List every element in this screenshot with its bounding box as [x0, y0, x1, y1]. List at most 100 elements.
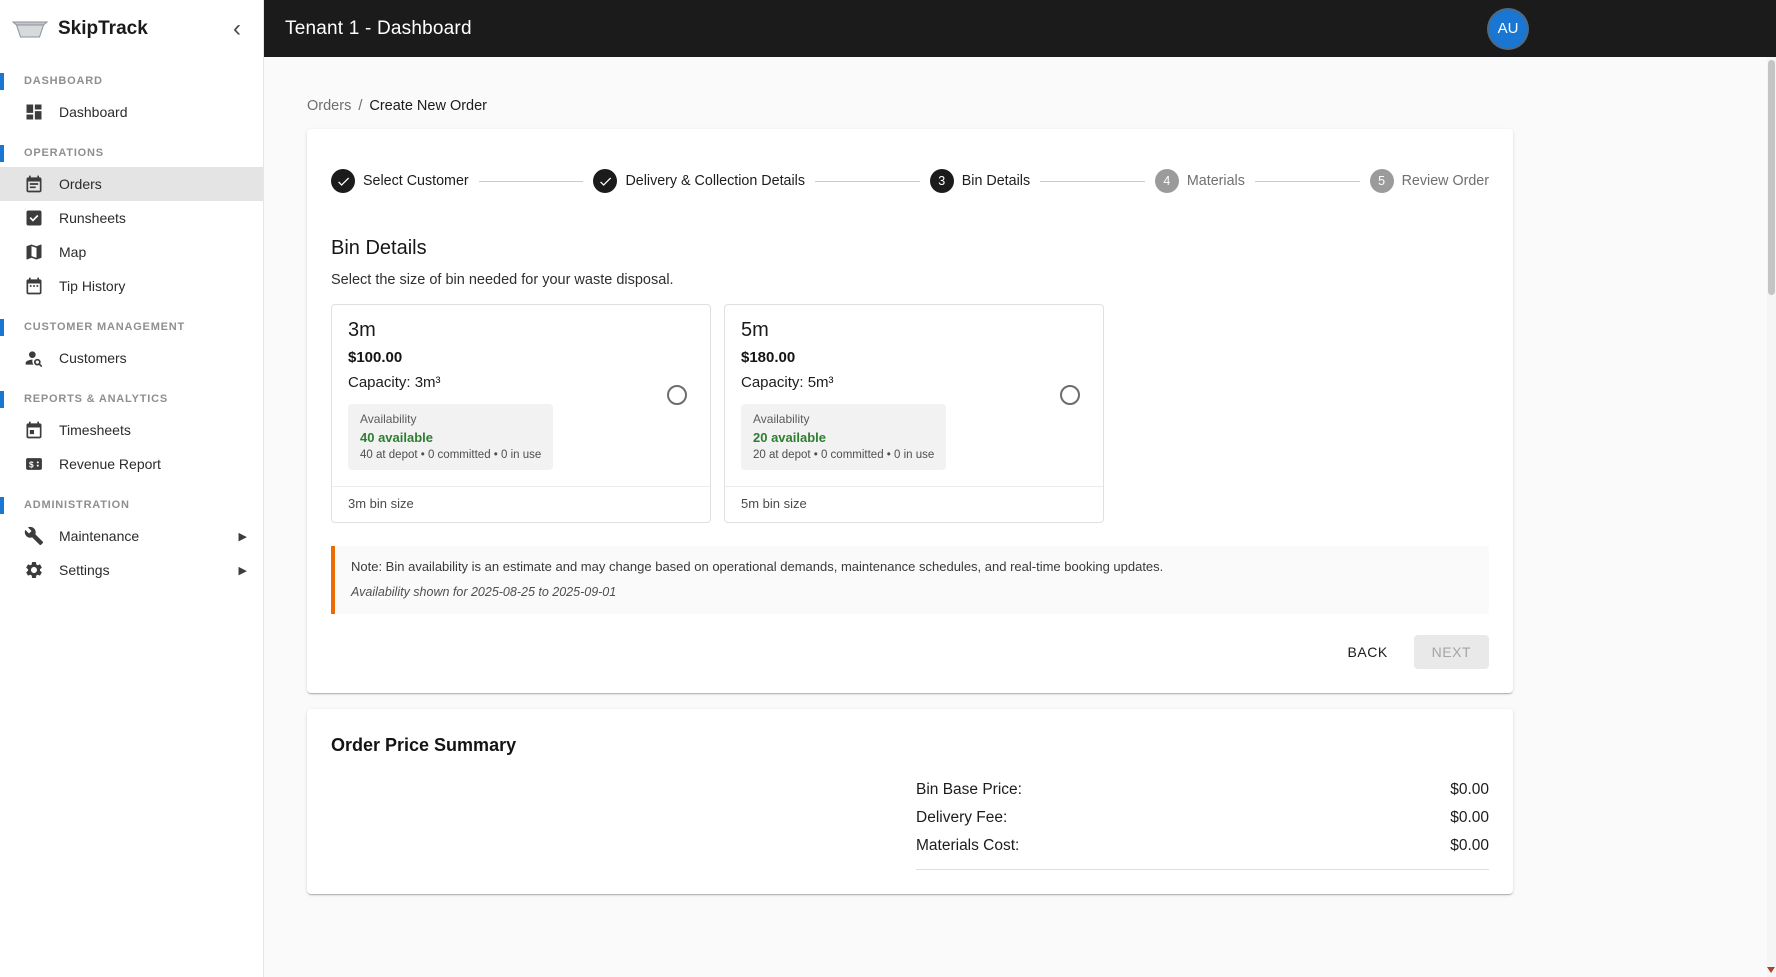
- stepper: Select Customer Delivery & Collection De…: [331, 153, 1489, 193]
- order-price-summary-card: Order Price Summary Bin Base Price: $0.0…: [307, 709, 1513, 894]
- availability-count: 40 available: [360, 430, 433, 445]
- sidebar-item-label: Settings: [59, 562, 110, 578]
- sidebar-item-orders[interactable]: Orders: [0, 167, 263, 201]
- map-icon: [24, 242, 44, 262]
- price-row-materials-cost: Materials Cost: $0.00: [916, 832, 1489, 860]
- bin-size: 5m: [741, 319, 769, 341]
- nav-section-customer-management: CUSTOMER MANAGEMENT Customers: [0, 309, 263, 375]
- breadcrumb: Orders / Create New Order: [307, 98, 1776, 114]
- nav-section-reports-analytics: REPORTS & ANALYTICS Timesheets $ Revenue…: [0, 381, 263, 481]
- step-check-icon: [331, 169, 355, 193]
- breadcrumb-orders-link[interactable]: Orders: [307, 98, 351, 114]
- step-label: Review Order: [1401, 173, 1490, 189]
- section-label: OPERATIONS: [0, 135, 263, 167]
- sidebar-collapse-button[interactable]: ‹: [225, 15, 249, 43]
- bin-radio-5m[interactable]: [1060, 384, 1080, 405]
- bin-option-5m[interactable]: 5m $180.00 Capacity: 5m³ Availability 20…: [724, 304, 1104, 523]
- dashboard-icon: [24, 102, 44, 122]
- sidebar-item-label: Map: [59, 244, 87, 260]
- breadcrumb-current: Create New Order: [369, 98, 488, 114]
- bin-footer-label: 5m bin size: [725, 486, 1103, 522]
- sidebar-item-map[interactable]: Map: [0, 235, 263, 269]
- sidebar-nav: DASHBOARD Dashboard OPERATIONS Orders Ru…: [0, 63, 263, 587]
- main-area: Tenant 1 - Dashboard AU Orders / Create …: [264, 0, 1776, 977]
- bin-options-row: 3m $100.00 Capacity: 3m³ Availability 40…: [331, 304, 1489, 523]
- price-row-label: Materials Cost:: [916, 837, 1020, 854]
- bin-details-heading: Bin Details: [331, 237, 427, 259]
- person-search-icon: [24, 348, 44, 368]
- chevron-right-icon: ▶: [238, 564, 247, 577]
- orders-calendar-icon: [24, 174, 44, 194]
- price-row-label: Delivery Fee:: [916, 809, 1008, 826]
- step-label: Materials: [1186, 173, 1245, 189]
- scrollbar-thumb[interactable]: [1768, 60, 1775, 295]
- step-bin-details[interactable]: 3 Bin Details: [929, 169, 1031, 193]
- sidebar-item-label: Orders: [59, 176, 102, 192]
- next-button[interactable]: NEXT: [1413, 635, 1489, 669]
- step-materials[interactable]: 4 Materials: [1154, 169, 1245, 193]
- nav-section-administration: ADMINISTRATION Maintenance ▶ Settings ▶: [0, 487, 263, 587]
- step-review-order[interactable]: 5 Review Order: [1369, 169, 1490, 193]
- price-summary-title: Order Price Summary: [331, 735, 517, 755]
- step-check-icon: [593, 169, 618, 193]
- step-connector: [1254, 180, 1360, 182]
- nav-section-operations: OPERATIONS Orders Runsheets Map Tip Hist…: [0, 135, 263, 303]
- step-number: 5: [1369, 169, 1394, 193]
- sidebar-item-label: Tip History: [59, 278, 126, 294]
- price-row-label: Bin Base Price:: [916, 781, 1022, 798]
- timesheets-calendar-icon: [24, 420, 44, 440]
- sidebar-item-customers[interactable]: Customers: [0, 341, 263, 375]
- scrollbar-down-arrow-icon[interactable]: [1767, 967, 1775, 973]
- runsheets-task-icon: [24, 208, 44, 228]
- bin-option-3m[interactable]: 3m $100.00 Capacity: 3m³ Availability 40…: [331, 304, 711, 523]
- app-root: SkipTrack ‹ DASHBOARD Dashboard OPERATIO…: [0, 0, 1776, 977]
- price-summary-rows: Bin Base Price: $0.00 Delivery Fee: $0.0…: [916, 776, 1489, 870]
- skip-bin-logo-icon: [12, 16, 48, 42]
- step-label: Select Customer: [363, 173, 469, 189]
- availability-count: 20 available: [753, 430, 826, 445]
- availability-label: Availability: [360, 412, 417, 426]
- summary-divider: [916, 869, 1489, 870]
- price-row-value: $0.00: [1450, 809, 1489, 826]
- svg-text:$: $: [29, 459, 34, 469]
- page-title: Tenant 1 - Dashboard: [285, 17, 472, 39]
- vertical-scrollbar[interactable]: [1767, 57, 1776, 977]
- order-wizard-card: Select Customer Delivery & Collection De…: [307, 129, 1513, 693]
- price-row-value: $0.00: [1450, 781, 1489, 798]
- bin-price: $100.00: [348, 349, 403, 366]
- sidebar-item-runsheets[interactable]: Runsheets: [0, 201, 263, 235]
- wrench-icon: [24, 526, 44, 546]
- sidebar-item-maintenance[interactable]: Maintenance ▶: [0, 519, 263, 553]
- gear-icon: [24, 560, 44, 580]
- sidebar-item-label: Revenue Report: [59, 456, 161, 472]
- step-number: 3: [929, 169, 954, 193]
- sidebar-item-dashboard[interactable]: Dashboard: [0, 95, 263, 129]
- sidebar-item-settings[interactable]: Settings ▶: [0, 553, 263, 587]
- price-row-delivery-fee: Delivery Fee: $0.00: [916, 804, 1489, 832]
- step-label: Bin Details: [961, 173, 1031, 189]
- step-connector: [478, 180, 584, 182]
- bin-details-subtitle: Select the size of bin needed for your w…: [331, 272, 674, 288]
- step-delivery-collection[interactable]: Delivery & Collection Details: [593, 169, 805, 193]
- back-button[interactable]: BACK: [1336, 636, 1400, 668]
- tip-history-calendar-icon: [24, 276, 44, 296]
- step-select-customer[interactable]: Select Customer: [331, 169, 469, 193]
- price-row-bin-base: Bin Base Price: $0.00: [916, 776, 1489, 804]
- section-label: ADMINISTRATION: [0, 487, 263, 519]
- bin-radio-3m[interactable]: [667, 384, 687, 405]
- sidebar: SkipTrack ‹ DASHBOARD Dashboard OPERATIO…: [0, 0, 264, 977]
- user-avatar[interactable]: AU: [1489, 9, 1527, 48]
- sidebar-item-label: Customers: [59, 350, 127, 366]
- revenue-money-icon: $: [24, 454, 44, 474]
- step-connector: [1040, 180, 1145, 182]
- note-text: Note: Bin availability is an estimate an…: [351, 559, 1164, 574]
- sidebar-item-revenue-report[interactable]: $ Revenue Report: [0, 447, 263, 481]
- sidebar-item-tip-history[interactable]: Tip History: [0, 269, 263, 303]
- price-row-value: $0.00: [1450, 837, 1489, 854]
- step-connector: [815, 180, 920, 182]
- bin-size: 3m: [348, 319, 376, 341]
- sidebar-item-label: Dashboard: [59, 104, 128, 120]
- sidebar-item-timesheets[interactable]: Timesheets: [0, 413, 263, 447]
- note-availability-period: Availability shown for 2025-08-25 to 202…: [351, 585, 617, 599]
- section-label: REPORTS & ANALYTICS: [0, 381, 263, 413]
